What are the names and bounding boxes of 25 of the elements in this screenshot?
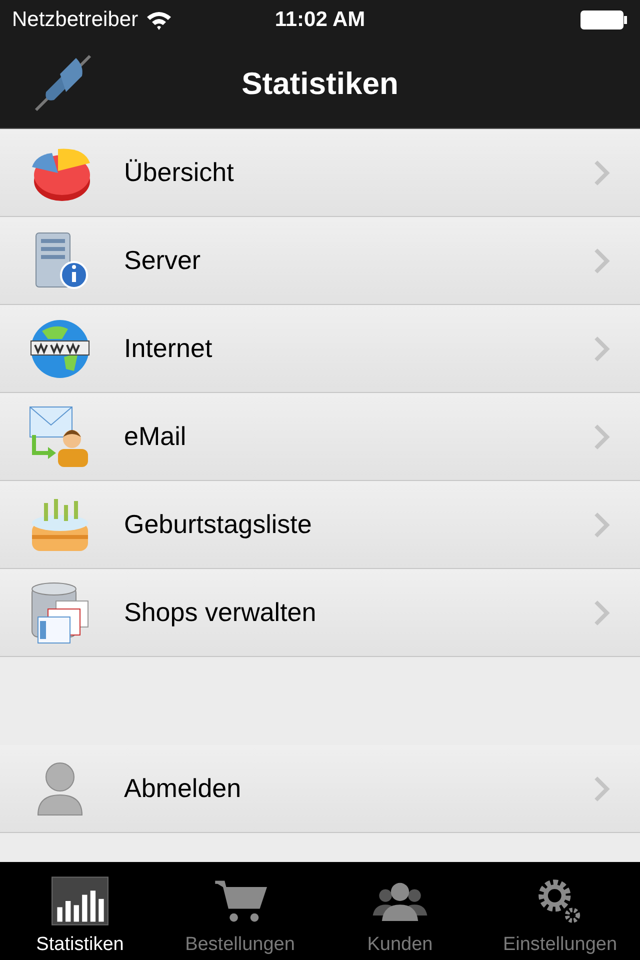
- menu-label: eMail: [124, 421, 188, 452]
- chevron-icon: [594, 512, 610, 538]
- menu-label: Shops verwalten: [124, 597, 318, 628]
- menu-label: Übersicht: [124, 157, 235, 188]
- screen-title: Statistiken: [242, 66, 398, 102]
- carrier-name: Netzbetreiber: [12, 8, 138, 32]
- tab-bar-item[interactable]: Einstellungen: [480, 862, 640, 960]
- wifi-icon: [146, 10, 172, 30]
- bar-chart-icon: [51, 876, 109, 926]
- chevron-icon: [594, 336, 610, 362]
- chevron-icon: [594, 160, 610, 186]
- menu-label: Abmelden: [124, 773, 242, 804]
- menu-label: Server: [124, 245, 202, 276]
- chevron-icon: [594, 424, 610, 450]
- tab-bar-item[interactable]: Kunden: [320, 862, 480, 960]
- clock-time: 11:02 AM: [274, 8, 366, 32]
- tab-bar-item[interactable]: Bestellungen: [160, 862, 320, 960]
- menu-label: Internet: [124, 333, 214, 364]
- battery-icon: [580, 10, 628, 30]
- tab-bar-item[interactable]: Statistiken: [0, 862, 160, 960]
- menu-label: Geburtstagsliste: [124, 509, 313, 540]
- plug-icon: [32, 52, 94, 114]
- chevron-icon: [594, 776, 610, 802]
- chevron-icon: [594, 248, 610, 274]
- chevron-icon: [594, 600, 610, 626]
